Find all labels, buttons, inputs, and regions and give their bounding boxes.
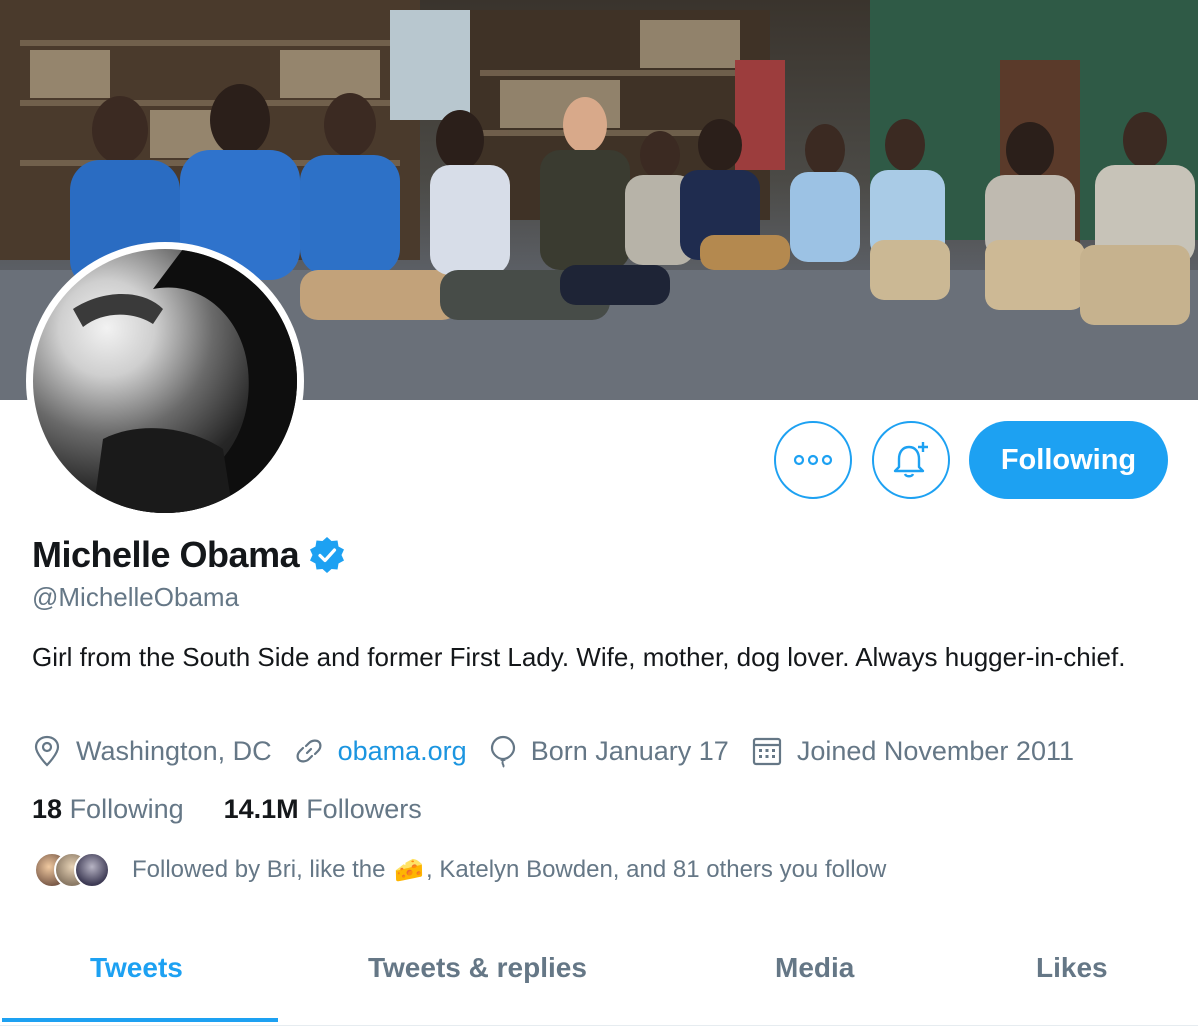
tab-likes[interactable]: Likes — [1036, 952, 1108, 984]
following-count: 18 — [32, 794, 63, 824]
location-pin-icon — [34, 735, 60, 767]
profile-avatar[interactable] — [26, 242, 304, 520]
notifications-button[interactable] — [872, 421, 950, 499]
avatar-photo — [33, 249, 297, 513]
birthday-text: Born January 17 — [530, 735, 729, 766]
followed-by-suffix: , Katelyn Bowden, and 81 others you foll… — [426, 856, 887, 883]
more-icon — [793, 454, 833, 466]
location-text: Washington, DC — [76, 735, 272, 766]
cheese-emoji: 🧀 — [394, 856, 425, 884]
followers-stat[interactable]: 14.1M Followers — [224, 794, 422, 825]
active-tab-indicator — [2, 1018, 278, 1022]
joined-text: Joined November 2011 — [796, 735, 1074, 766]
tab-tweets-replies[interactable]: Tweets & replies — [368, 952, 587, 984]
follower-avatars — [34, 852, 114, 888]
profile-bio: Girl from the South Side and former Firs… — [32, 642, 1126, 672]
profile-handle: @MichelleObama — [32, 582, 240, 612]
more-options-button[interactable] — [774, 421, 852, 499]
followers-count: 14.1M — [223, 794, 299, 824]
meta-birthday: Born January 17 — [489, 734, 729, 768]
profile-stats: 18 Following 14.1M Followers — [32, 794, 462, 825]
followed-by-prefix: Followed by Bri, like the — [132, 856, 386, 883]
tab-media[interactable]: Media — [775, 952, 854, 984]
followers-label: Followers — [306, 794, 422, 824]
avatar — [74, 852, 110, 888]
profile-tabs: Tweets Tweets & replies Media Likes — [0, 930, 1198, 1026]
calendar-icon — [752, 737, 781, 766]
meta-joined: Joined November 2011 — [751, 735, 1074, 767]
following-label: Following — [69, 794, 184, 824]
followed-by-row[interactable]: Followed by Bri, like the 🧀, Katelyn Bow… — [34, 852, 886, 888]
name-row: Michelle Obama — [32, 534, 347, 576]
profile-meta: Washington, DC obama.org Born January 17… — [32, 734, 1096, 768]
verified-badge-icon — [310, 537, 345, 573]
website-link[interactable]: obama.org — [338, 736, 467, 767]
meta-location: Washington, DC — [32, 735, 272, 767]
balloon-icon — [490, 735, 515, 768]
following-stat[interactable]: 18 Following — [32, 794, 184, 825]
tab-tweets[interactable]: Tweets — [90, 952, 183, 984]
meta-website[interactable]: obama.org — [294, 736, 467, 767]
bell-plus-icon — [893, 442, 928, 478]
profile-name: Michelle Obama — [32, 534, 300, 575]
link-icon — [296, 739, 322, 763]
following-button[interactable]: Following — [969, 421, 1168, 499]
